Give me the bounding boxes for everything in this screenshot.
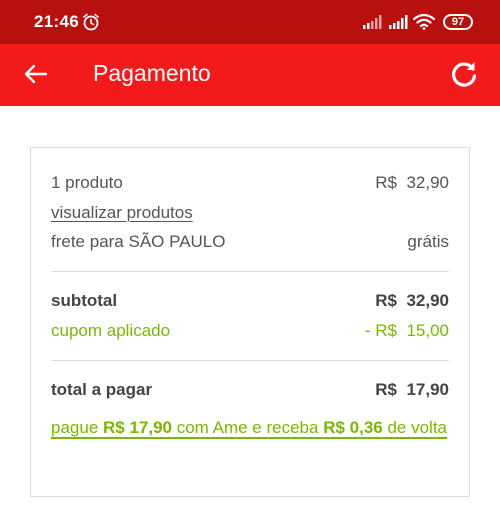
products-label: 1 produto (51, 173, 123, 192)
coupon-value: - R$ 15,00 (364, 321, 449, 340)
page-title: Pagamento (93, 60, 211, 86)
view-products-row: visualizar produtos (51, 203, 449, 223)
signal-icon (363, 15, 382, 29)
products-row: 1 produto R$ 32,90 (51, 173, 449, 193)
wifi-icon (413, 13, 435, 30)
divider (51, 360, 449, 361)
status-bar: 21:46 97 (0, 0, 500, 44)
order-summary-card: 1 produto R$ 32,90 visualizar produtos f… (30, 147, 470, 497)
shipping-label: frete para SÃO PAULO (51, 232, 226, 251)
shipping-row: frete para SÃO PAULO grátis (51, 232, 449, 252)
divider (51, 271, 449, 272)
promo-text: com Ame e receba (172, 418, 324, 437)
ame-cashback-link[interactable]: pague R$ 17,90 com Ame e receba R$ 0,36 … (51, 414, 451, 441)
view-products-link[interactable]: visualizar produtos (51, 203, 193, 222)
coupon-row: cupom aplicado - R$ 15,00 (51, 321, 449, 341)
app-bar: Pagamento (0, 44, 500, 106)
refresh-icon[interactable] (448, 58, 480, 90)
promo-text: de volta (382, 418, 447, 437)
coupon-label: cupom aplicado (51, 321, 171, 340)
total-label: total a pagar (51, 380, 153, 399)
promo-text: pague (51, 418, 103, 437)
status-time: 21:46 (34, 12, 79, 31)
subtotal-row: subtotal R$ 32,90 (51, 291, 449, 311)
promo-amount: R$ 17,90 (103, 418, 172, 437)
promo-cashback: R$ 0,36 (323, 418, 383, 437)
products-value: R$ 32,90 (375, 173, 449, 192)
battery-icon: 97 (443, 14, 473, 30)
total-value: R$ 17,90 (375, 380, 449, 399)
arrow-left-icon[interactable] (22, 60, 50, 88)
shipping-value: grátis (407, 232, 449, 251)
alarm-icon (83, 13, 99, 31)
subtotal-label: subtotal (51, 291, 118, 310)
subtotal-value: R$ 32,90 (375, 291, 449, 310)
signal-icon (389, 15, 408, 29)
total-row: total a pagar R$ 17,90 (51, 380, 449, 400)
